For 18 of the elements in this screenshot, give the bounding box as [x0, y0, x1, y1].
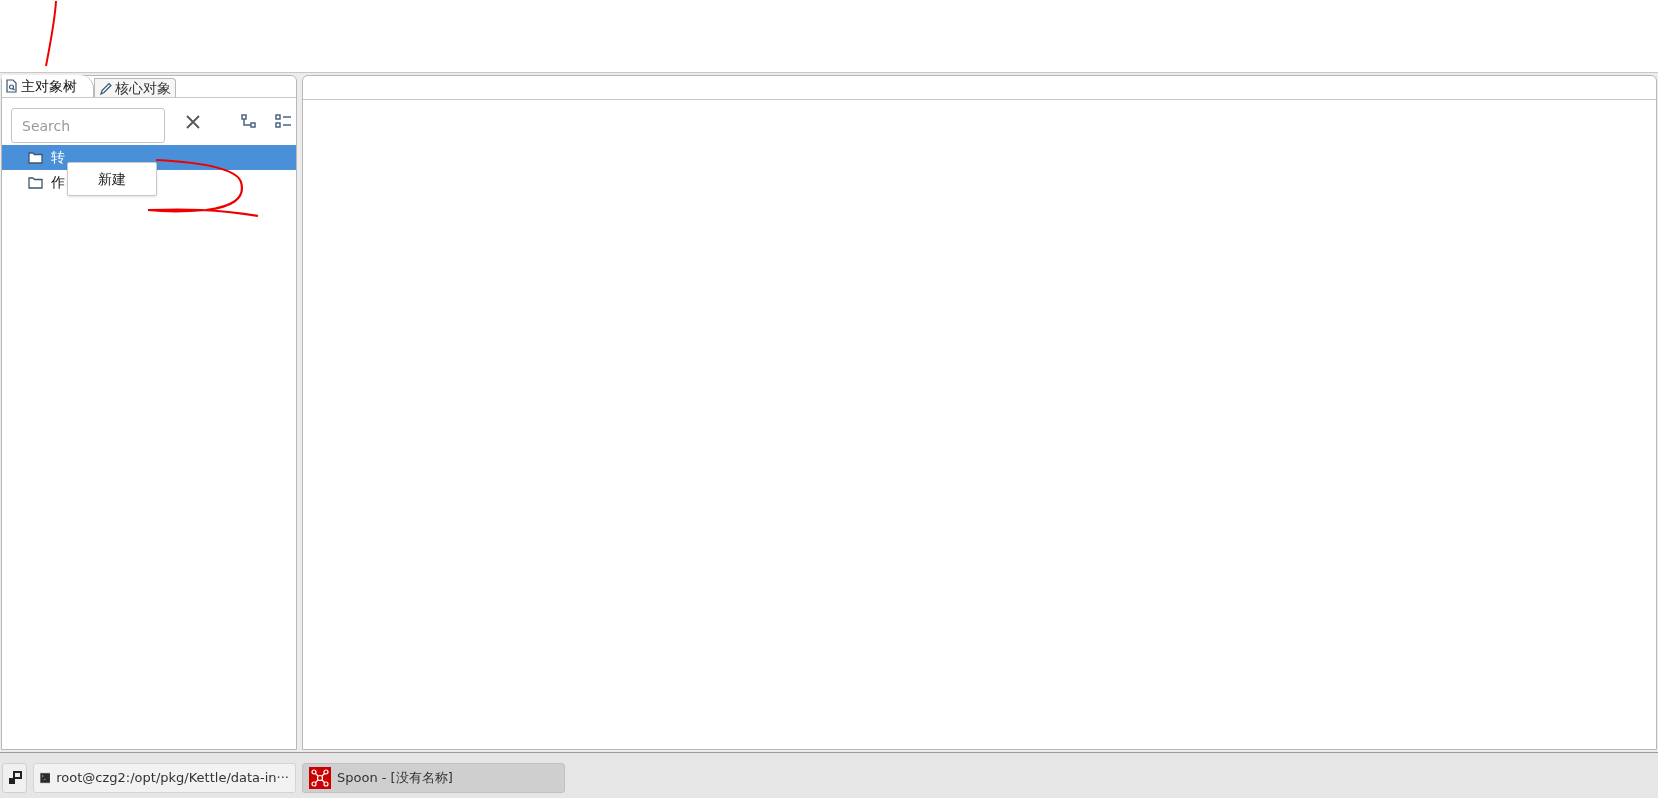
collapse-icon[interactable] — [241, 114, 257, 129]
folder-icon — [28, 151, 43, 164]
windows-icon — [7, 771, 22, 785]
folder-icon — [28, 176, 43, 189]
show-desktop-button[interactable] — [2, 763, 27, 793]
panel-tab[interactable]: 核心对象 — [94, 78, 176, 97]
tree-item[interactable]: 作 — [28, 172, 65, 193]
list-icon[interactable] — [275, 114, 292, 129]
taskbar-button[interactable]: root@czg2:/opt/pkg/Kettle/data-in··· — [33, 763, 296, 793]
search-document-icon — [5, 79, 18, 93]
menu-item[interactable]: 新建 — [68, 167, 156, 191]
panel-tab[interactable]: 主对象树 — [2, 75, 94, 97]
pencil-icon — [99, 81, 112, 95]
close-icon[interactable] — [185, 113, 201, 130]
taskbar-button[interactable]: Spoon - [没有名称] — [302, 763, 565, 793]
annotation-stroke — [44, 0, 58, 68]
search-field[interactable]: Search — [11, 108, 165, 143]
network-icon — [309, 767, 331, 789]
